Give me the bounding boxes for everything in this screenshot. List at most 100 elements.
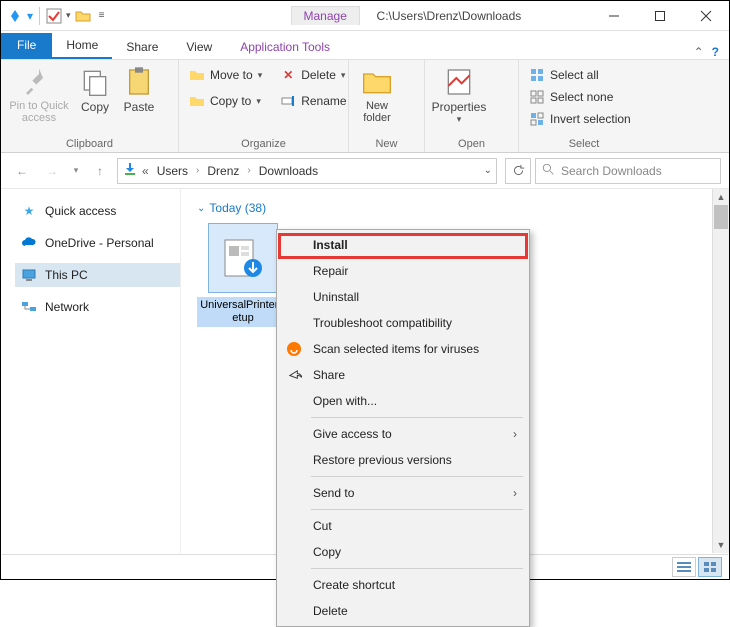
properties-icon: [443, 66, 475, 98]
group-header-today[interactable]: ⌄Today (38): [197, 201, 713, 215]
move-to-button[interactable]: Move to▾: [185, 66, 266, 84]
ctx-scan[interactable]: Scan selected items for viruses: [277, 336, 529, 362]
overflow-icon[interactable]: ≡: [95, 10, 109, 21]
pin-icon: [23, 66, 55, 98]
installer-icon: [208, 223, 278, 293]
ctx-create-shortcut[interactable]: Create shortcut: [277, 572, 529, 598]
tab-share[interactable]: Share: [112, 35, 172, 59]
group-label: Select: [525, 136, 643, 150]
vertical-scrollbar[interactable]: ▲ ▼: [712, 189, 729, 553]
cloud-icon: [21, 235, 37, 251]
title-bar: ▾ ▾ ≡ Manage C:\Users\Drenz\Downloads: [1, 1, 729, 31]
sidebar-item-this-pc[interactable]: This PC: [15, 263, 180, 287]
ctx-install[interactable]: Install: [277, 232, 529, 258]
delete-button-ribbon[interactable]: ✕Delete▾: [276, 66, 350, 84]
ctx-copy[interactable]: Copy: [277, 539, 529, 565]
folder-icon: [189, 67, 205, 83]
ctx-delete[interactable]: Delete: [277, 598, 529, 624]
copy-button[interactable]: Copy: [75, 64, 115, 114]
navigation-pane: ★Quick access OneDrive - Personal This P…: [1, 189, 181, 553]
scroll-thumb[interactable]: [714, 205, 728, 229]
window-path: C:\Users\Drenz\Downloads: [377, 9, 522, 23]
folder-icon[interactable]: [75, 8, 91, 24]
forward-button[interactable]: →: [39, 158, 65, 184]
rename-button[interactable]: Rename: [276, 92, 350, 110]
sidebar-item-onedrive[interactable]: OneDrive - Personal: [15, 231, 180, 255]
ctx-open-with[interactable]: Open with...: [277, 388, 529, 414]
icons-view-button[interactable]: [698, 557, 722, 577]
tab-file[interactable]: File: [1, 33, 52, 59]
tab-application-tools[interactable]: Application Tools: [226, 35, 344, 59]
group-label: Clipboard: [7, 136, 172, 150]
ctx-repair[interactable]: Repair: [277, 258, 529, 284]
ribbon-collapse-icon[interactable]: ⌃: [694, 45, 704, 59]
new-folder-button[interactable]: New folder: [355, 64, 399, 124]
search-input[interactable]: Search Downloads: [535, 158, 721, 184]
paste-icon: [123, 66, 155, 98]
invert-icon: [529, 111, 545, 127]
minimize-button[interactable]: [591, 1, 637, 31]
ctx-cut[interactable]: Cut: [277, 513, 529, 539]
breadcrumb[interactable]: Users: [153, 164, 192, 178]
ctx-share[interactable]: Share: [277, 362, 529, 388]
checkbox-icon[interactable]: [46, 8, 62, 24]
up-button[interactable]: ↑: [87, 158, 113, 184]
download-folder-icon: [122, 161, 138, 180]
window-controls: [591, 1, 729, 31]
maximize-button[interactable]: [637, 1, 683, 31]
tab-home[interactable]: Home: [52, 33, 112, 59]
copy-to-button[interactable]: Copy to▾: [185, 92, 266, 110]
group-label: Open: [431, 136, 512, 150]
star-icon: ★: [21, 203, 37, 219]
select-all-button[interactable]: Select all: [525, 66, 635, 84]
breadcrumb[interactable]: Downloads: [255, 164, 322, 178]
rename-icon: [280, 93, 296, 109]
copy-icon: [79, 66, 111, 98]
ctx-give-access[interactable]: Give access to›: [277, 421, 529, 447]
search-icon: [542, 163, 555, 179]
paste-button[interactable]: Paste: [119, 64, 159, 114]
scroll-down-icon[interactable]: ▼: [713, 537, 729, 553]
folder-icon: [189, 93, 205, 109]
ctx-send-to[interactable]: Send to›: [277, 480, 529, 506]
details-view-button[interactable]: [672, 557, 696, 577]
new-folder-icon: [361, 66, 393, 98]
delete-icon: ✕: [280, 67, 296, 83]
qat-dropdown-icon[interactable]: ▾: [27, 9, 33, 23]
chevron-right-icon: ›: [513, 427, 517, 441]
breadcrumb[interactable]: Drenz: [203, 164, 243, 178]
scroll-up-icon[interactable]: ▲: [713, 189, 729, 205]
app-icon: [7, 8, 23, 24]
group-label: New: [355, 136, 418, 150]
ctx-troubleshoot[interactable]: Troubleshoot compatibility: [277, 310, 529, 336]
close-button[interactable]: [683, 1, 729, 31]
chevron-down-icon: ⌄: [197, 203, 205, 214]
sidebar-item-network[interactable]: Network: [15, 295, 180, 319]
tab-view[interactable]: View: [172, 35, 226, 59]
help-icon[interactable]: ?: [712, 45, 719, 59]
address-bar[interactable]: « Users› Drenz› Downloads ⌄: [117, 158, 497, 184]
chevron-right-icon: ›: [513, 486, 517, 500]
select-none-button[interactable]: Select none: [525, 88, 635, 106]
recent-dropdown[interactable]: ▾: [69, 158, 83, 184]
pc-icon: [21, 267, 37, 283]
nav-bar: ← → ▾ ↑ « Users› Drenz› Downloads ⌄ Sear…: [1, 153, 729, 189]
pin-quick-access-button[interactable]: Pin to Quick access: [7, 64, 71, 124]
properties-button[interactable]: Properties▾: [431, 64, 487, 125]
ribbon-tabs: File Home Share View Application Tools ⌃…: [1, 31, 729, 59]
contextual-tab-label: Manage: [291, 6, 360, 25]
context-menu: Install Repair Uninstall Troubleshoot co…: [276, 229, 530, 627]
breadcrumb-prefix[interactable]: «: [142, 164, 149, 178]
back-button[interactable]: ←: [9, 158, 35, 184]
invert-selection-button[interactable]: Invert selection: [525, 110, 635, 128]
ctx-restore[interactable]: Restore previous versions: [277, 447, 529, 473]
quick-access-toolbar: ▾ ▾ ≡: [1, 1, 114, 30]
avast-icon: [285, 340, 303, 358]
refresh-button[interactable]: [505, 158, 531, 184]
qat-dropdown-icon[interactable]: ▾: [66, 10, 71, 21]
group-label: Organize: [185, 136, 342, 150]
address-dropdown-icon[interactable]: ⌄: [484, 165, 492, 176]
ctx-uninstall[interactable]: Uninstall: [277, 284, 529, 310]
sidebar-item-quick-access[interactable]: ★Quick access: [15, 199, 180, 223]
select-none-icon: [529, 89, 545, 105]
